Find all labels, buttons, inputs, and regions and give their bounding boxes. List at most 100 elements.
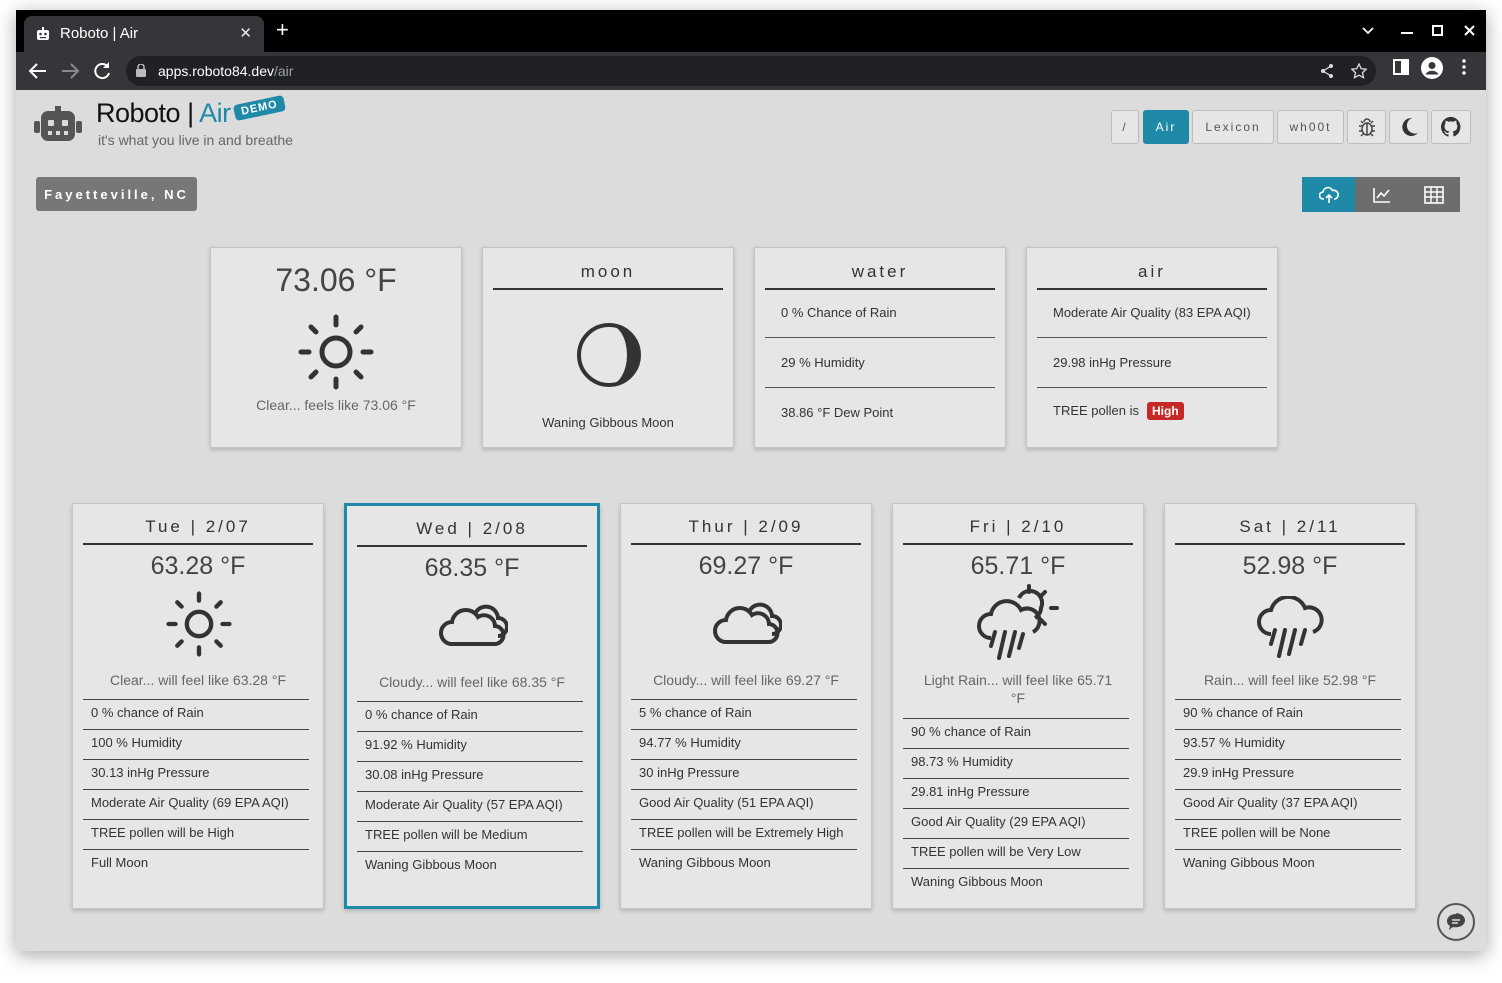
moon-card: moon Waning Gibbous Moon <box>482 247 734 448</box>
divider <box>631 789 857 790</box>
divider <box>631 849 857 850</box>
forecast-humidity: 98.73 % Humidity <box>911 754 1013 769</box>
close-window-icon[interactable] <box>1464 25 1475 36</box>
forecast-moon: Waning Gibbous Moon <box>1183 855 1315 870</box>
forecast-pressure: 29.81 inHg Pressure <box>911 784 1030 799</box>
forecast-moon: Waning Gibbous Moon <box>911 874 1043 889</box>
moon-card-title: moon <box>493 262 723 290</box>
water-card-title: water <box>765 262 995 290</box>
water-rain-chance: 0 % Chance of Rain <box>781 305 897 320</box>
nav-lexicon-button[interactable]: Lexicon <box>1192 110 1274 144</box>
divider <box>357 761 583 762</box>
divider <box>83 759 309 760</box>
cloud-upload-icon <box>1318 186 1339 203</box>
forecast-day: Fri | 2/10 <box>903 517 1133 545</box>
table-view-button[interactable] <box>1408 177 1460 212</box>
divider <box>1175 759 1401 760</box>
tab-search-icon[interactable] <box>1362 27 1374 35</box>
minimize-icon[interactable] <box>1401 32 1413 34</box>
brand-title[interactable]: Roboto | Air <box>96 98 231 129</box>
forecast-pollen: TREE pollen will be Extremely High <box>639 825 844 840</box>
forecast-description: Cloudy... will feel like 68.35 °F <box>379 674 565 690</box>
divider <box>631 819 857 820</box>
sun-rain-icon <box>977 584 1059 660</box>
bookmark-star-icon[interactable] <box>1351 63 1367 79</box>
forecast-pollen: TREE pollen will be None <box>1183 825 1331 840</box>
chat-button[interactable] <box>1437 903 1475 941</box>
browser-tab[interactable]: Roboto | Air ✕ <box>24 16 264 52</box>
forecast-card-sat[interactable]: Sat | 2/11 52.98 °F Rain... will feel li… <box>1164 503 1416 909</box>
tab-title: Roboto | Air <box>60 25 139 42</box>
forecast-air-quality: Good Air Quality (29 EPA AQI) <box>911 814 1086 829</box>
browser-toolbar: apps.roboto84.dev/air <box>16 52 1486 90</box>
bug-report-button[interactable] <box>1347 110 1386 144</box>
forecast-pollen: TREE pollen will be Very Low <box>911 844 1081 859</box>
forecast-rain: 5 % chance of Rain <box>639 705 752 720</box>
divider <box>357 701 583 702</box>
water-card: water 0 % Chance of Rain 29 % Humidity 3… <box>754 247 1006 448</box>
close-tab-icon[interactable]: ✕ <box>239 24 252 42</box>
divider <box>631 699 857 700</box>
rain-icon <box>1257 596 1324 658</box>
reload-icon[interactable] <box>90 59 114 83</box>
cloud-icon <box>713 602 782 644</box>
divider <box>1175 819 1401 820</box>
view-toggle-group <box>1302 177 1460 212</box>
divider <box>765 337 995 338</box>
forecast-humidity: 91.92 % Humidity <box>365 737 467 752</box>
divider <box>903 718 1129 719</box>
forecast-description: Rain... will feel like 52.98 °F <box>1203 672 1377 688</box>
forecast-card-fri[interactable]: Fri | 2/10 65.71 °F Light Rain... will f… <box>892 503 1144 909</box>
dark-mode-button[interactable] <box>1389 110 1428 144</box>
forecast-air-quality: Moderate Air Quality (69 EPA AQI) <box>91 795 289 810</box>
water-dew-point: 38.86 °F Dew Point <box>781 405 894 420</box>
forecast-day: Tue | 2/07 <box>83 517 313 545</box>
forecast-moon: Waning Gibbous Moon <box>365 857 497 872</box>
bug-icon <box>1358 118 1375 137</box>
forecast-card-thur[interactable]: Thur | 2/09 69.27 °F Cloudy... will feel… <box>620 503 872 909</box>
forward-arrow-icon[interactable] <box>58 59 82 83</box>
divider <box>903 868 1129 869</box>
nav-whoot-button[interactable]: wh00t <box>1277 110 1344 144</box>
profile-avatar-icon[interactable] <box>1421 57 1443 79</box>
forecast-day: Sat | 2/11 <box>1175 517 1405 545</box>
share-icon[interactable] <box>1319 63 1335 79</box>
current-description: Clear... feels like 73.06 °F <box>256 397 416 413</box>
divider <box>631 759 857 760</box>
forecast-humidity: 100 % Humidity <box>91 735 183 750</box>
forecast-pressure: 30.13 inHg Pressure <box>91 765 210 780</box>
forecast-air-quality: Good Air Quality (37 EPA AQI) <box>1183 795 1358 810</box>
back-arrow-icon[interactable] <box>26 59 50 83</box>
divider <box>1175 789 1401 790</box>
forecast-day: Wed | 2/08 <box>357 519 587 547</box>
air-quality: Moderate Air Quality (83 EPA AQI) <box>1053 305 1251 320</box>
browser-window: Roboto | Air ✕ + apps.roboto84.dev/air R… <box>16 10 1486 951</box>
side-panel-icon[interactable] <box>1393 59 1409 75</box>
browser-menu-icon[interactable] <box>1462 59 1466 75</box>
new-tab-button[interactable]: + <box>276 19 289 41</box>
location-button[interactable]: Fayetteville, NC <box>36 177 197 211</box>
github-button[interactable] <box>1431 110 1471 144</box>
forecast-description: Light Rain... will feel like 65.71 °F <box>923 672 1113 706</box>
divider <box>83 849 309 850</box>
divider <box>83 789 309 790</box>
divider <box>1037 387 1267 388</box>
forecast-card-tue[interactable]: Tue | 2/07 63.28 °F Clear... will feel l… <box>72 503 324 909</box>
forecast-rain: 0 % chance of Rain <box>365 707 478 722</box>
weather-view-button[interactable] <box>1302 177 1355 212</box>
divider <box>765 387 995 388</box>
nav-air-button[interactable]: Air <box>1143 110 1189 144</box>
forecast-temp: 69.27 °F <box>698 552 794 580</box>
maximize-icon[interactable] <box>1432 25 1443 36</box>
divider <box>1037 337 1267 338</box>
divider <box>1175 699 1401 700</box>
chart-view-button[interactable] <box>1355 177 1408 212</box>
divider <box>903 808 1129 809</box>
divider <box>357 851 583 852</box>
forecast-card-wed-selected[interactable]: Wed | 2/08 68.35 °F Cloudy... will feel … <box>344 503 600 909</box>
divider <box>903 748 1129 749</box>
address-bar[interactable]: apps.roboto84.dev/air <box>126 56 1376 86</box>
forecast-moon: Waning Gibbous Moon <box>639 855 771 870</box>
air-card-title: air <box>1037 262 1267 290</box>
nav-root-button[interactable]: / <box>1111 110 1139 144</box>
